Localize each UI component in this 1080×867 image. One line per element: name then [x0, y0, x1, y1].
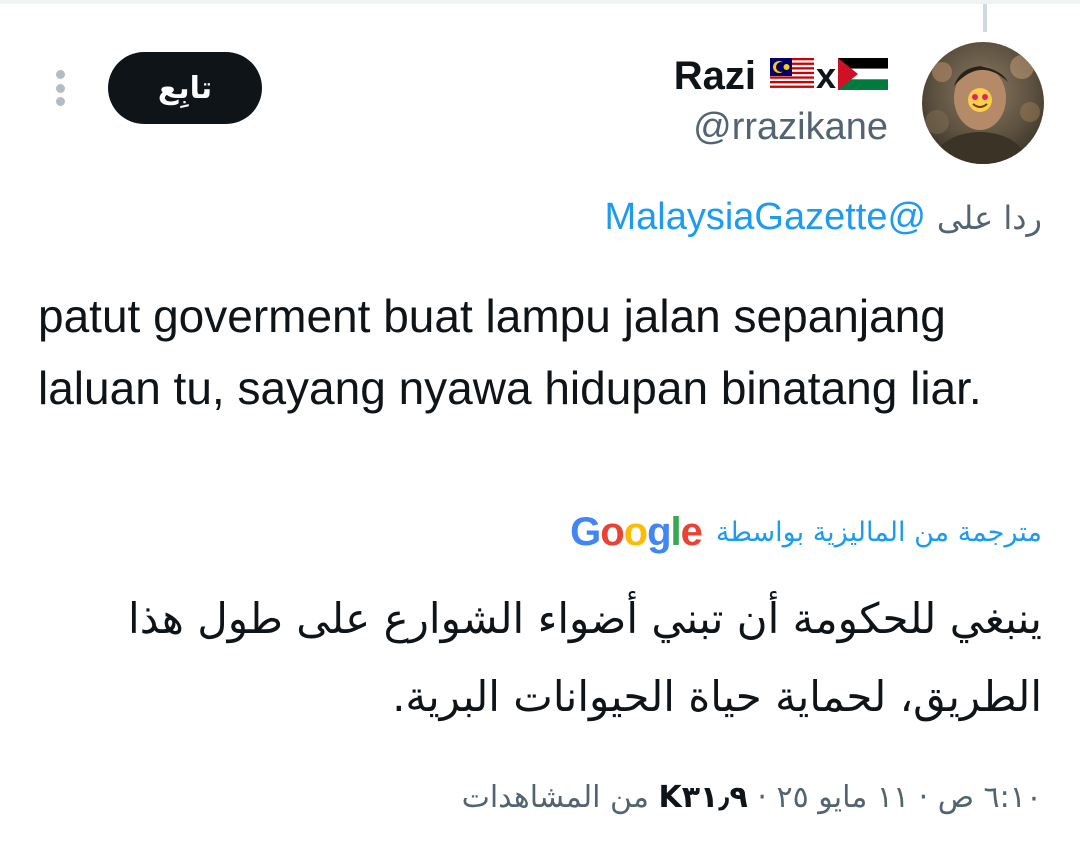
thread-connector-line — [983, 4, 987, 32]
tweet-text: patut goverment buat lampu jalan sepanja… — [38, 290, 982, 414]
palestine-flag-icon — [838, 58, 888, 94]
author-handle[interactable]: @rrazikane — [693, 106, 888, 149]
author-name-row[interactable]: Razi x — [674, 52, 888, 100]
more-vertical-icon[interactable] — [44, 66, 76, 110]
tweet-date[interactable]: ١١ مايو ٢٥ — [776, 780, 909, 815]
avatar[interactable] — [922, 42, 1044, 164]
flag-separator: x — [815, 55, 836, 96]
author-display-name[interactable]: Razi — [674, 54, 756, 99]
replying-to-mention[interactable]: @MalaysiaGazette — [604, 196, 926, 238]
top-divider — [0, 0, 1080, 4]
tweet-time[interactable]: ٦:١٠ ص — [938, 780, 1042, 815]
meta-separator: · — [757, 780, 767, 815]
more-dot — [55, 70, 65, 79]
translated-by-label: مترجمة من الماليزية بواسطة — [715, 516, 1042, 548]
translated-tweet-text: ينبغي للحكومة أن تبني أضواء الشوارع على … — [128, 594, 1042, 721]
malaysia-flag-icon — [769, 58, 814, 94]
translated-by-row: مترجمة من الماليزية بواسطة Google — [570, 504, 1042, 560]
more-dot — [55, 83, 65, 93]
views-count[interactable]: K٣١٫٩ — [658, 780, 747, 815]
views-label: من المشاهدات — [461, 780, 649, 815]
meta-separator: · — [918, 780, 929, 815]
more-dot — [55, 97, 65, 106]
replying-to-label: ردا على — [936, 199, 1042, 237]
avatar-photo — [922, 42, 1044, 164]
tweet-meta-row: ٦:١٠ ص · ١١ مايو ٢٥ · K٣١٫٩ من المشاهدات — [462, 780, 1042, 815]
google-logo: Google — [570, 509, 703, 554]
follow-button[interactable]: تابِع — [108, 52, 262, 124]
replying-to-row: ردا على @MalaysiaGazette — [604, 196, 1042, 239]
